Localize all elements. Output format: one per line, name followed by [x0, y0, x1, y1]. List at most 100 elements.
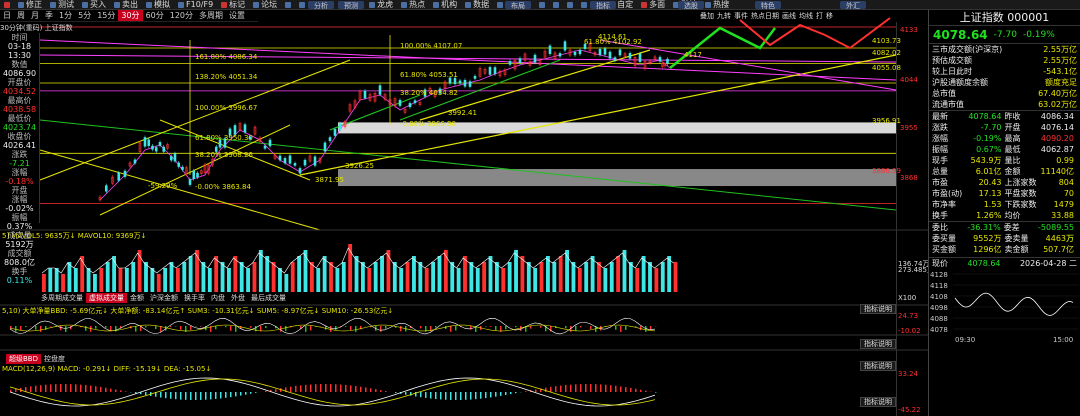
volume-bar: [526, 262, 531, 292]
volume-bar: [227, 268, 231, 292]
bbd-bar: [215, 326, 217, 330]
indicator-help-button[interactable]: 指标说明: [860, 397, 896, 407]
volume-bar: [354, 256, 359, 292]
quote-row: 总量 6.01亿 金额 11140亿: [929, 166, 1080, 177]
stat-value: 额度充足: [1045, 78, 1077, 87]
quote-row: 涨跌 -7.70 开盘 4076.14: [929, 122, 1080, 133]
volume-bar: [54, 268, 59, 292]
volume-bar: [124, 268, 129, 292]
quote-row: 市盈(动) 17.13 平盘家数 70: [929, 188, 1080, 199]
macd-bar: [105, 387, 107, 392]
volume-bar: [150, 268, 155, 292]
indicator-tab[interactable]: 多周期成交量: [38, 293, 86, 303]
bbd-bar: [45, 326, 47, 330]
info-label: 最低价: [7, 114, 32, 123]
fib-label: 61.80% 4102.92: [584, 38, 642, 46]
volume-bar: [207, 268, 212, 292]
bbd-bar: [515, 326, 517, 328]
stat-label: 总市值: [932, 89, 956, 98]
bbd-bar: [645, 326, 647, 332]
indicator-tab[interactable]: 换手率: [181, 293, 208, 303]
bbd-bar: [230, 326, 232, 331]
indicator-tab[interactable]: 虚拟成交量: [86, 293, 127, 303]
indicator-help-button[interactable]: 指标说明: [860, 304, 896, 314]
volume-bar: [418, 262, 423, 292]
candle: [453, 77, 457, 85]
candle: [408, 103, 412, 108]
macd-bar: [180, 392, 182, 400]
macd-bar: [215, 392, 217, 399]
stat-label: 三市成交额(沪深京): [932, 45, 1003, 54]
indicator-tab[interactable]: 超级BBD: [6, 354, 41, 364]
stat-label: 沪股通额度余额: [932, 78, 988, 87]
bbd-bar: [490, 326, 492, 327]
mini-time-label: 09:30: [955, 336, 975, 344]
quote-change: -7.70: [993, 29, 1017, 40]
bbd-bar: [50, 326, 52, 327]
indicator-tab[interactable]: 外盘: [228, 293, 248, 303]
mini-header-text: 4078.64: [967, 259, 1001, 268]
indicator-tab[interactable]: 沪深金额: [147, 293, 181, 303]
macd-bar: [325, 384, 327, 392]
bbd-bar: [305, 326, 307, 332]
macd-bar: [90, 385, 92, 392]
macd-bar: [350, 385, 352, 392]
candle: [298, 168, 302, 174]
volume-bar: [520, 256, 525, 292]
macd-bar: [435, 392, 437, 400]
macd-bar: [490, 392, 492, 398]
macd-bar: [15, 388, 17, 392]
macd-bar: [535, 389, 537, 392]
fib-label: 38.20% 3908.26: [195, 151, 253, 159]
fib-label: -0.00% 3966.90: [400, 120, 456, 128]
indicator-tab[interactable]: 金额: [127, 293, 147, 303]
macd-bar: [480, 392, 482, 399]
macd-bar: [205, 392, 207, 400]
volume-bar: [284, 274, 289, 292]
volume-bar: [514, 250, 518, 292]
order-label: 委买量: [932, 234, 956, 243]
macd-bar: [655, 392, 657, 393]
candle: [169, 156, 173, 161]
candle: [303, 159, 307, 166]
bbd-bar: [180, 326, 182, 330]
info-label: 涨幅: [11, 195, 28, 204]
indicator-tab[interactable]: 内盘: [208, 293, 228, 303]
indicator-tab[interactable]: 控盘度: [41, 354, 68, 364]
quote-price-row: 4078.64 -7.70 -0.19%: [929, 26, 1080, 44]
quote-value: -7.70: [980, 123, 1002, 132]
indicator-help-button[interactable]: 指标说明: [860, 361, 896, 371]
mini-scale-label: 4128: [930, 271, 948, 279]
bbd-bar: [155, 326, 157, 330]
quote-title: 上证指数 000001: [929, 10, 1080, 26]
volume-bar: [609, 262, 614, 292]
fib-label: 100.00% 4107.07: [400, 42, 462, 50]
quote-label: 涨跌: [932, 123, 948, 132]
bbd-bar: [225, 326, 227, 328]
order-label: 委比: [932, 223, 948, 232]
info-label: 成交额: [7, 249, 32, 258]
bbd-bar: [250, 326, 252, 328]
info-label: 收盘价: [7, 132, 32, 141]
order-row: 委比 -36.31% 委差 -5089.55万: [929, 222, 1080, 243]
candle: [154, 147, 158, 152]
volume-bar: [335, 268, 340, 292]
price-scale: [896, 22, 928, 416]
quote-value: 543.9万: [970, 156, 1002, 165]
info-value: 808.0亿: [4, 258, 35, 267]
bbd-bar: [345, 326, 347, 327]
order-label: 买金额: [932, 245, 956, 254]
stat-row: 总市值 67.40万亿: [929, 88, 1080, 99]
macd-bar: [210, 392, 212, 400]
macd-bar: [560, 385, 562, 392]
info-label: 开盘: [11, 186, 28, 195]
quote-label: 换手: [932, 211, 948, 220]
bbd-bar: [135, 326, 137, 332]
macd-bar: [40, 385, 42, 392]
quote-label: 昨收: [1004, 112, 1021, 121]
indicator-help-button[interactable]: 指标说明: [860, 339, 896, 349]
order-label: 卖金额: [1004, 245, 1029, 254]
quote-value: 4078.64: [968, 112, 1002, 121]
macd-bar: [125, 391, 127, 392]
indicator-tab[interactable]: 最后成交量: [248, 293, 289, 303]
